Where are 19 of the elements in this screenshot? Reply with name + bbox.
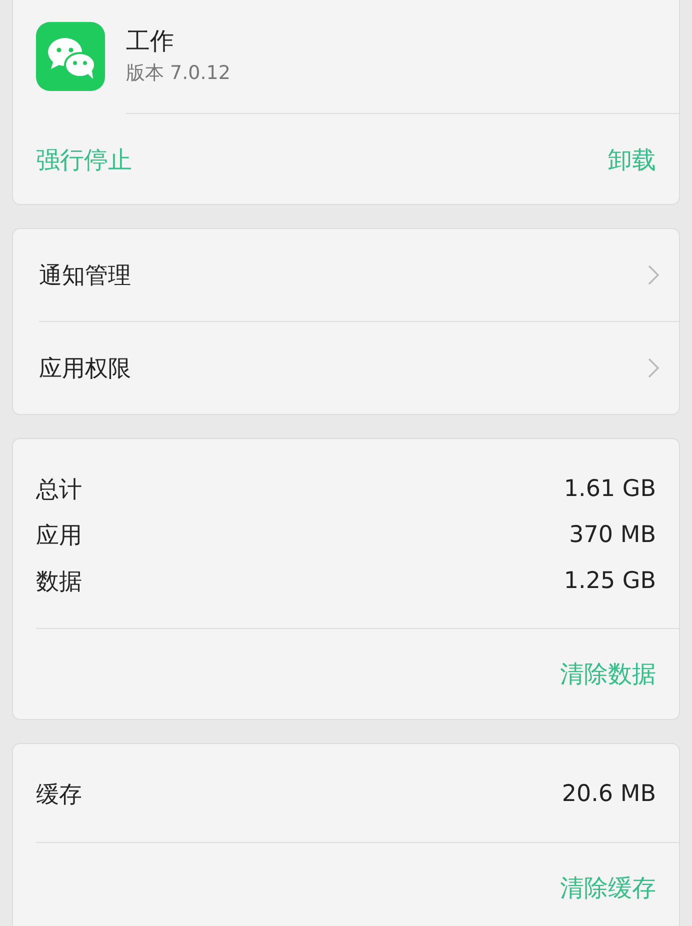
force-stop-button[interactable]: 强行停止: [36, 144, 132, 176]
chevron-icon: [648, 358, 659, 378]
storage-label: 总计: [36, 476, 82, 504]
storage-label: 缓存: [36, 780, 82, 810]
app-name: 工作: [126, 27, 175, 56]
storage-label: 数据: [36, 568, 82, 596]
storage-size: 20.6 MB: [562, 781, 656, 807]
clear-data-button[interactable]: 清除数据: [560, 658, 656, 690]
app-version: 版本 7.0.12: [126, 60, 230, 86]
storage-size: 1.61 GB: [564, 476, 656, 502]
storage-size: 370 MB: [569, 522, 656, 548]
chat-app-icon: [36, 22, 105, 91]
storage-label: 应用: [36, 522, 82, 550]
storage-size: 1.25 GB: [564, 568, 656, 594]
uninstall-button[interactable]: 卸载: [608, 144, 656, 176]
settings-menu-item[interactable]: 通知管理: [13, 229, 679, 321]
chevron-icon: [648, 265, 659, 285]
settings-menu-item[interactable]: 应用权限: [13, 322, 679, 414]
clear-cache-button[interactable]: 清除缓存: [560, 872, 656, 904]
